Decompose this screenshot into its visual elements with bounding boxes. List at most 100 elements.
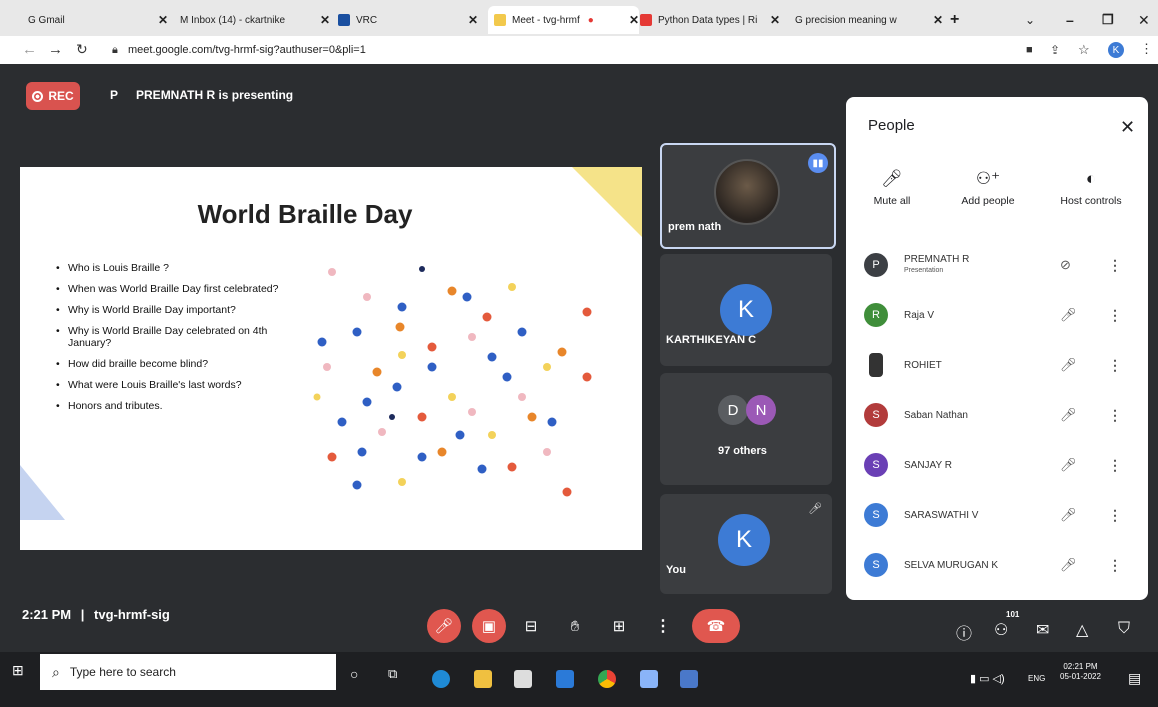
chat-icon[interactable]: ✉︎: [1036, 620, 1049, 640]
participant-photo: [869, 353, 883, 377]
url-input[interactable]: meet.google.com/tvg-hrmf-sig?authuser=0&…: [128, 44, 366, 56]
back-icon[interactable]: ←: [22, 41, 37, 58]
mic-off-icon[interactable]: 🎤︎: [1060, 407, 1077, 423]
participant-tile-others[interactable]: D N 97 others: [660, 373, 832, 485]
participant-tile-prem[interactable]: ▮▮ prem nath: [660, 143, 836, 249]
task-view-icon[interactable]: ⧉: [388, 666, 397, 682]
tab-gmail[interactable]: G Gmail ✕: [28, 6, 168, 34]
participant-tile-you[interactable]: K 🎤︎ You: [660, 494, 832, 594]
mic-off-icon[interactable]: 🎤︎: [1060, 307, 1077, 323]
participant-row[interactable]: P PREMNATH R Presentation ⊘ ⋮: [864, 240, 1134, 290]
file-explorer-icon[interactable]: [474, 670, 492, 688]
tab-precision[interactable]: G precision meaning w ✕: [795, 6, 943, 34]
add-people-button[interactable]: ⚇⁺ Add people: [948, 169, 1028, 207]
lock-icon: 🔒︎: [112, 44, 118, 56]
mic-off-icon[interactable]: 🎤︎: [1060, 357, 1077, 373]
edge-icon[interactable]: [432, 670, 450, 688]
forward-icon[interactable]: →: [48, 41, 63, 58]
close-window-icon[interactable]: ✕: [1138, 6, 1150, 34]
notifications-icon[interactable]: ▤: [1128, 670, 1141, 687]
taskbar-clock[interactable]: 02:21 PM 05-01-2022: [1060, 662, 1101, 682]
more-options-icon[interactable]: ⋮: [1108, 257, 1122, 274]
share-icon[interactable]: ⇪: [1050, 43, 1060, 57]
tab-search-chevron-icon[interactable]: ⌄: [1025, 6, 1035, 34]
raise-hand-button[interactable]: ✋︎: [558, 609, 592, 643]
host-controls-button[interactable]: ◐ Host controls: [1050, 169, 1132, 207]
address-bar-row: ← → ↻ 🔒︎ meet.google.com/tvg-hrmf-sig?au…: [0, 36, 1158, 64]
cortana-icon[interactable]: ○: [350, 666, 358, 682]
profile-avatar[interactable]: K: [1108, 42, 1124, 58]
slide-bullet: Who is Louis Braille ?: [54, 262, 279, 274]
slide-bullet: Why is World Braille Day important?: [54, 304, 279, 316]
mic-off-icon[interactable]: 🎤︎: [1060, 557, 1077, 573]
participant-avatar: K: [718, 514, 770, 566]
presenting-icon[interactable]: ⊘: [1060, 257, 1071, 273]
camera-toggle-button[interactable]: ▣: [472, 609, 506, 643]
more-options-icon[interactable]: ⋮: [1108, 457, 1122, 474]
mic-toggle-button[interactable]: 🎤︎: [427, 609, 461, 643]
present-button[interactable]: ⊞: [602, 609, 636, 643]
bookmark-star-icon[interactable]: ☆: [1078, 42, 1090, 58]
tab-vrc[interactable]: VRC ✕: [338, 6, 478, 34]
participant-row[interactable]: S SARASWATHI V 🎤︎ ⋮: [864, 490, 1134, 540]
close-icon[interactable]: ✕: [1120, 117, 1135, 138]
more-options-button[interactable]: ⋮: [646, 609, 680, 643]
participant-row[interactable]: S SANJAY R 🎤︎ ⋮: [864, 440, 1134, 490]
participant-row[interactable]: ROHIET 🎤︎ ⋮: [864, 340, 1134, 390]
close-tab-icon[interactable]: ✕: [927, 13, 943, 27]
windows-start-icon[interactable]: ⊞: [12, 662, 24, 679]
mic-off-icon: 🎤︎: [434, 618, 454, 635]
browser-menu-icon[interactable]: ⋮: [1140, 41, 1153, 57]
youtube-favicon-icon: [640, 14, 652, 26]
mute-all-button[interactable]: 🎤︎ Mute all: [864, 169, 920, 207]
more-options-icon[interactable]: ⋮: [1108, 357, 1122, 374]
close-tab-icon[interactable]: ✕: [314, 13, 330, 27]
meeting-details-icon[interactable]: ⓘ: [956, 620, 972, 644]
participant-name: Raja V: [904, 309, 935, 321]
close-tab-icon[interactable]: ✕: [152, 13, 168, 27]
store-icon[interactable]: [514, 670, 532, 688]
more-options-icon[interactable]: ⋮: [1108, 407, 1122, 424]
close-tab-icon[interactable]: ✕: [623, 13, 639, 27]
captions-button[interactable]: ⊟: [514, 609, 548, 643]
camera-icon[interactable]: ■: [1026, 44, 1033, 56]
braille-dots-illustration: [313, 266, 592, 497]
tab-inbox[interactable]: M Inbox (14) - ckartnike ✕: [180, 6, 330, 34]
meeting-info: 2:21 PM | tvg-hrmf-sig: [22, 607, 170, 622]
participant-row[interactable]: S Saban Nathan 🎤︎ ⋮: [864, 390, 1134, 440]
reload-icon[interactable]: ↻: [76, 41, 88, 58]
leave-call-button[interactable]: ☎︎: [692, 609, 740, 643]
participant-name: SARASWATHI V: [904, 509, 979, 521]
participant-row[interactable]: R Raja V 🎤︎ ⋮: [864, 290, 1134, 340]
activities-icon[interactable]: △: [1076, 620, 1088, 640]
people-button[interactable]: ⚇ 101: [994, 610, 1019, 640]
taskbar-search-box[interactable]: ⌕ Type here to search: [40, 654, 336, 690]
host-controls-icon[interactable]: ⛉: [1118, 620, 1130, 638]
mail-icon[interactable]: [556, 670, 574, 688]
maximize-icon[interactable]: ❐: [1102, 6, 1114, 34]
mic-off-icon[interactable]: 🎤︎: [1060, 457, 1077, 473]
taskbar-date: 05-01-2022: [1060, 672, 1101, 681]
tab-python[interactable]: Python Data types | Ri ✕: [640, 6, 780, 34]
action-label: Host controls: [1060, 195, 1122, 207]
slide-bullet: Why is World Braille Day celebrated on 4…: [54, 325, 279, 349]
more-options-icon[interactable]: ⋮: [1108, 557, 1122, 574]
panel-title: People: [868, 117, 915, 134]
new-tab-button[interactable]: +: [950, 6, 959, 34]
more-options-icon[interactable]: ⋮: [1108, 307, 1122, 324]
action-label: Mute all: [873, 195, 911, 207]
system-tray-icons[interactable]: ▮ ▭ ◁): [970, 672, 1005, 685]
app-icon[interactable]: [680, 670, 698, 688]
minimize-icon[interactable]: –: [1066, 6, 1074, 34]
close-tab-icon[interactable]: ✕: [462, 13, 478, 27]
close-tab-icon[interactable]: ✕: [764, 13, 780, 27]
chrome-icon[interactable]: [598, 670, 616, 688]
language-indicator[interactable]: ENG: [1028, 674, 1045, 683]
participant-tile-karthikeyan[interactable]: K KARTHIKEYAN C: [660, 254, 832, 366]
more-options-icon[interactable]: ⋮: [1108, 507, 1122, 524]
tab-meet[interactable]: Meet - tvg-hrmf ● ✕: [488, 6, 639, 34]
participant-row[interactable]: S SELVA MURUGAN K 🎤︎ ⋮: [864, 540, 1134, 590]
mic-off-icon[interactable]: 🎤︎: [1060, 507, 1077, 523]
recording-badge: REC: [26, 82, 80, 110]
photos-icon[interactable]: [640, 670, 658, 688]
